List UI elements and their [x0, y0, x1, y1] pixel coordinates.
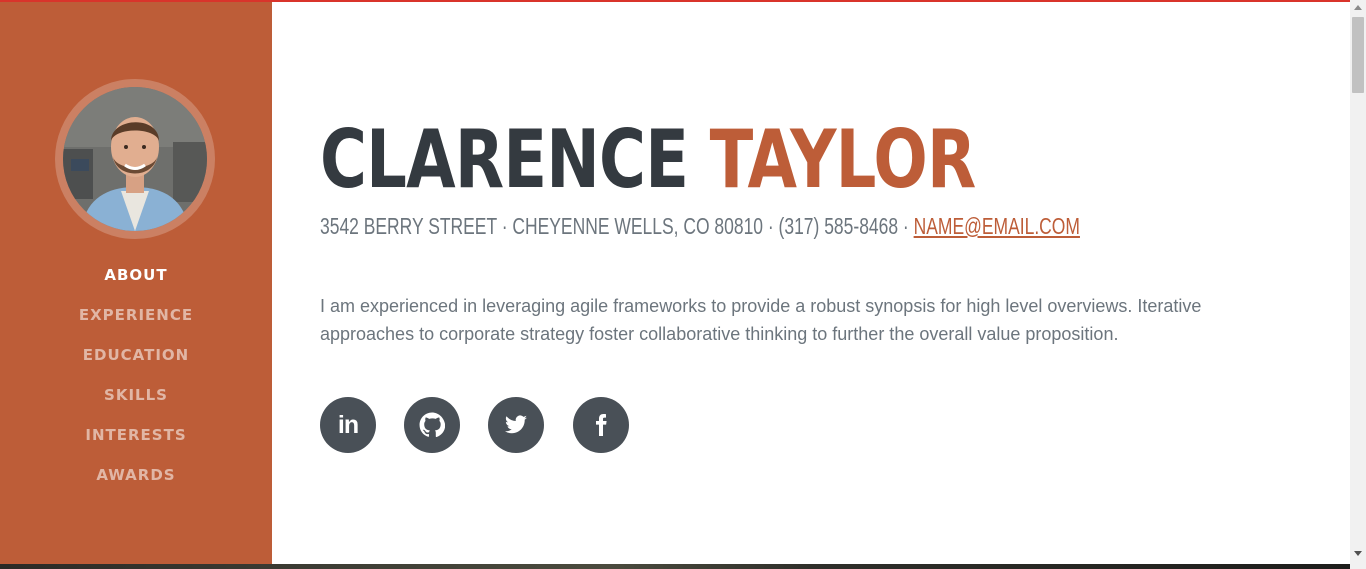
twitter-button[interactable]: [488, 397, 544, 453]
bio-paragraph: I am experienced in leveraging agile fra…: [320, 296, 1202, 344]
vertical-scrollbar[interactable]: [1350, 0, 1366, 569]
nav-item-education[interactable]: EDUCATION: [0, 342, 272, 382]
scroll-up-arrow-icon[interactable]: [1354, 5, 1362, 10]
contact-line: 3542 BERRY STREET · CHEYENNE WELLS, CO 8…: [320, 212, 1080, 240]
nav-item-about[interactable]: ABOUT: [0, 262, 272, 302]
sidebar: ABOUT EXPERIENCE EDUCATION SKILLS INTERE…: [0, 0, 272, 569]
top-accent-line: [0, 0, 1350, 2]
avatar-frame: [55, 79, 215, 239]
email-link[interactable]: NAME@EMAIL.COM: [914, 213, 1080, 239]
sidebar-nav: ABOUT EXPERIENCE EDUCATION SKILLS INTERE…: [0, 262, 272, 502]
scrollbar-thumb[interactable]: [1352, 17, 1364, 93]
facebook-icon: [596, 414, 607, 436]
github-button[interactable]: [404, 397, 460, 453]
linkedin-button[interactable]: in: [320, 397, 376, 453]
profile-photo: [63, 87, 207, 231]
nav-item-awards[interactable]: AWARDS: [0, 462, 272, 502]
last-name: TAYLOR: [709, 113, 977, 206]
address-text: 3542 BERRY STREET · CHEYENNE WELLS, CO 8…: [320, 213, 914, 239]
nav-item-skills[interactable]: SKILLS: [0, 382, 272, 422]
scroll-down-arrow-icon[interactable]: [1354, 551, 1362, 556]
next-section-preview: [0, 564, 1350, 569]
nav-item-interests[interactable]: INTERESTS: [0, 422, 272, 462]
page-title: CLARENCE TAYLOR: [320, 112, 977, 208]
first-name: CLARENCE: [320, 113, 689, 206]
avatar: [63, 87, 207, 231]
nav-item-experience[interactable]: EXPERIENCE: [0, 302, 272, 342]
linkedin-icon: in: [337, 410, 359, 439]
facebook-button[interactable]: [573, 397, 629, 453]
twitter-icon: [505, 415, 527, 434]
about-section: CLARENCE TAYLOR 3542 BERRY STREET · CHEY…: [272, 0, 1350, 564]
github-icon: [419, 412, 445, 438]
